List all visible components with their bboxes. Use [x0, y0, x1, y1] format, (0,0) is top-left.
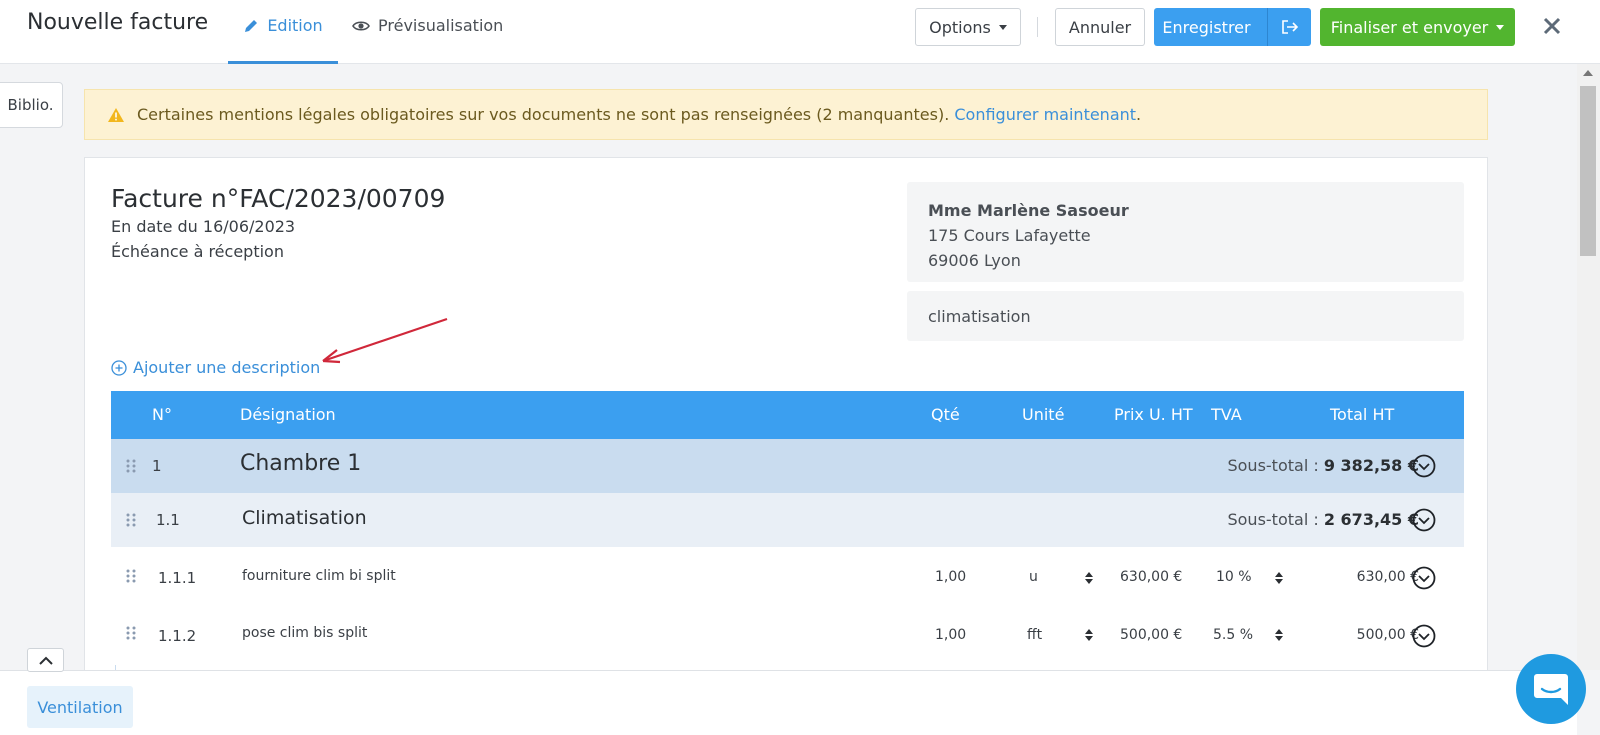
biblio-tab[interactable]: Biblio. — [0, 82, 63, 128]
table-header: N° Désignation Qté Unité Prix U. HT TVA … — [111, 391, 1464, 439]
subtotal-label: Sous-total : — [1227, 510, 1319, 529]
client-street: 175 Cours Lafayette — [928, 226, 1091, 245]
chevron-down-icon[interactable] — [1412, 566, 1436, 590]
tab-edition[interactable]: Edition — [228, 14, 338, 64]
chevron-down-icon[interactable] — [1412, 624, 1436, 648]
subsection-num: 1.1 — [156, 511, 180, 529]
subsection-title[interactable]: Climatisation — [242, 507, 367, 529]
vat-select-arrows-icon[interactable] — [1274, 571, 1284, 585]
invoice-title: Facture n°FAC/2023/00709 — [111, 184, 446, 213]
finalize-label: Finaliser et envoyer — [1330, 17, 1489, 37]
col-num: N° — [152, 405, 172, 424]
chevron-down-icon[interactable] — [1412, 454, 1436, 478]
chevron-up-icon — [38, 656, 53, 665]
tab-previsualisation[interactable]: Prévisualisation — [352, 14, 503, 64]
col-price: Prix U. HT — [1114, 405, 1193, 424]
section-title[interactable]: Chambre 1 — [240, 451, 361, 476]
caret-down-icon — [1496, 24, 1505, 30]
options-button[interactable]: Options — [915, 8, 1021, 46]
table-row[interactable]: 1.1.2 pose clim bis split 1,00 fft 500,0… — [111, 606, 1464, 665]
save-label: Enregistrer — [1162, 17, 1251, 37]
line-unit[interactable]: u — [1029, 569, 1038, 585]
warning-suffix: . — [1136, 105, 1142, 124]
ventilation-button[interactable]: Ventilation — [27, 686, 133, 728]
line-total: 630,00 € — [1356, 569, 1419, 585]
eye-icon — [352, 21, 370, 31]
col-vat: TVA — [1211, 405, 1242, 424]
collapse-button[interactable] — [27, 648, 64, 672]
cancel-button[interactable]: Annuler — [1055, 8, 1145, 46]
drag-handle-icon[interactable] — [125, 513, 137, 527]
section-num: 1 — [152, 457, 162, 475]
pencil-icon — [245, 20, 258, 32]
invoice-date: En date du 16/06/2023 — [111, 217, 296, 236]
subtotal-value: 2 673,45 € — [1323, 510, 1419, 529]
chat-button[interactable] — [1516, 654, 1586, 724]
line-num: 1.1.1 — [158, 569, 197, 587]
client-address-box[interactable]: Mme Marlène Sasoeur 175 Cours Lafayette … — [907, 182, 1464, 282]
bottom-bar — [0, 670, 1577, 735]
line-price[interactable]: 500,00 € — [1120, 627, 1182, 643]
drag-handle-icon[interactable] — [125, 569, 137, 583]
line-designation[interactable]: pose clim bis split — [242, 625, 367, 641]
invoice-due: Échéance à réception — [111, 242, 284, 261]
add-description-link[interactable]: Ajouter une description — [111, 358, 320, 377]
chevron-down-icon[interactable] — [1412, 508, 1436, 532]
vat-select-arrows-icon[interactable] — [1274, 628, 1284, 642]
chat-icon — [1534, 674, 1568, 705]
col-unit: Unité — [1022, 405, 1065, 424]
line-vat[interactable]: 5.5 % — [1213, 627, 1253, 643]
warning-icon — [108, 107, 124, 122]
line-total: 500,00 € — [1356, 627, 1419, 643]
drag-handle-icon[interactable] — [125, 626, 137, 640]
unit-select-arrows-icon[interactable] — [1084, 628, 1094, 642]
page-title: Nouvelle facture — [27, 10, 209, 35]
invoice-object-box[interactable]: climatisation — [907, 291, 1464, 341]
caret-down-icon — [998, 24, 1007, 30]
top-bar: Nouvelle facture Edition Prévisualisatio… — [0, 0, 1600, 64]
configure-now-link[interactable]: Configurer maintenant — [954, 105, 1136, 124]
line-vat[interactable]: 10 % — [1216, 569, 1252, 585]
drag-handle-icon[interactable] — [125, 459, 137, 473]
legal-mentions-warning: Certaines mentions légales obligatoires … — [84, 89, 1488, 140]
plus-circle-icon — [111, 359, 127, 376]
invoice-document: Facture n°FAC/2023/00709 En date du 16/0… — [84, 157, 1488, 678]
toolbar-separator — [1037, 17, 1038, 37]
options-label: Options — [929, 17, 991, 37]
save-button[interactable]: Enregistrer — [1154, 8, 1311, 46]
subtotal-value: 9 382,58 € — [1323, 456, 1419, 475]
line-unit[interactable]: fft — [1027, 627, 1042, 643]
invoice-object: climatisation — [928, 306, 1031, 326]
col-qty: Qté — [931, 405, 960, 424]
table-row[interactable]: 1.1.1 fourniture clim bi split 1,00 u 63… — [111, 547, 1464, 606]
tab-edition-label: Edition — [267, 16, 323, 35]
scrollbar-thumb[interactable] — [1580, 86, 1596, 256]
section-row[interactable]: 1 Chambre 1 Sous-total : 9 382,58 € — [111, 439, 1464, 493]
save-and-exit-button[interactable] — [1267, 8, 1311, 46]
line-qty[interactable]: 1,00 — [935, 627, 966, 643]
col-designation: Désignation — [240, 405, 336, 424]
exit-icon — [1281, 20, 1298, 34]
unit-select-arrows-icon[interactable] — [1084, 571, 1094, 585]
scroll-up-arrow-icon[interactable] — [1583, 70, 1593, 76]
line-qty[interactable]: 1,00 — [935, 569, 966, 585]
line-designation[interactable]: fourniture clim bi split — [242, 568, 396, 584]
finalize-send-button[interactable]: Finaliser et envoyer — [1320, 8, 1515, 46]
line-price[interactable]: 630,00 € — [1120, 569, 1182, 585]
tab-previsualisation-label: Prévisualisation — [378, 16, 504, 35]
subtotal-label: Sous-total : — [1227, 456, 1319, 475]
add-description-label: Ajouter une description — [133, 358, 321, 377]
client-city: 69006 Lyon — [928, 251, 1021, 270]
client-name: Mme Marlène Sasoeur — [928, 201, 1129, 220]
annotation-arrow-icon — [322, 317, 448, 364]
close-button[interactable] — [1538, 12, 1566, 40]
col-total: Total HT — [1330, 405, 1395, 424]
line-num: 1.1.2 — [158, 627, 197, 645]
warning-text: Certaines mentions légales obligatoires … — [137, 105, 950, 124]
subsection-row[interactable]: 1.1 Climatisation Sous-total : 2 673,45 … — [111, 493, 1464, 547]
close-icon — [1543, 17, 1561, 35]
